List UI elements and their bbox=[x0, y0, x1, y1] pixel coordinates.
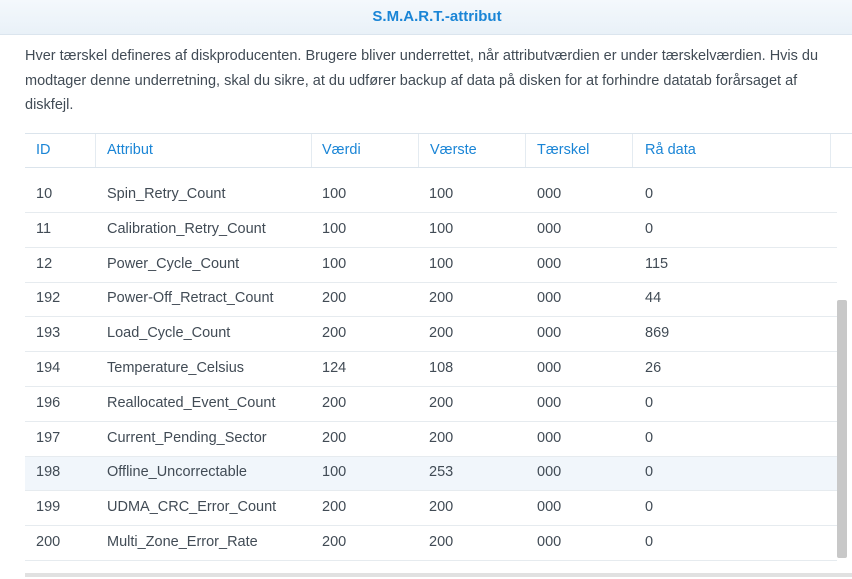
cell-id: 11 bbox=[36, 220, 52, 237]
column-header-id[interactable]: ID bbox=[36, 142, 51, 158]
table-body[interactable]: 200 Multi_Zone_Error_Rate 200 200 000 0 199 UDM… bbox=[25, 178, 852, 561]
table-row[interactable]: 192 Power-Off_Retract_Count 200 200 000 44 bbox=[25, 282, 837, 318]
cell-raw-data: 0 bbox=[645, 464, 654, 481]
dialog-title-bar: S.M.A.R.T.-attribut bbox=[0, 0, 852, 35]
cell-threshold: 000 bbox=[537, 220, 562, 237]
cell-id: 193 bbox=[36, 325, 61, 342]
table-row[interactable]: 200 Multi_Zone_Error_Rate 200 200 000 0 bbox=[25, 526, 837, 561]
cell-id: 194 bbox=[36, 360, 61, 376]
table-row[interactable]: 197 Current_Pending_Sector 200 200 000 0 bbox=[25, 422, 837, 457]
cell-attribute: Power_Cycle_Count bbox=[107, 255, 240, 272]
cell-worst: 200 bbox=[429, 429, 454, 446]
cell-attribute: Calibration_Retry_Count bbox=[107, 220, 266, 237]
table-row[interactable]: 193 Load_Cycle_Count 200 200 000 869 bbox=[25, 317, 837, 353]
cell-id: 198 bbox=[36, 464, 61, 481]
cell-threshold: 000 bbox=[537, 464, 562, 481]
cell-value: 200 bbox=[322, 499, 347, 516]
cell-worst: 200 bbox=[429, 290, 454, 307]
cell-raw-data: 869 bbox=[645, 325, 670, 342]
description-text: Hver tærskel defineres af diskproducente… bbox=[25, 48, 819, 113]
cell-value: 200 bbox=[322, 429, 347, 446]
cell-value: 100 bbox=[322, 255, 347, 272]
cell-raw-data: 44 bbox=[645, 290, 662, 307]
table-row[interactable]: 199 UDMA_CRC_Error_Count 200 200 000 0 bbox=[25, 491, 837, 527]
cell-raw-data: 0 bbox=[645, 429, 654, 446]
column-divider bbox=[830, 134, 831, 167]
cell-raw-data: 0 bbox=[645, 534, 654, 550]
horizontal-scrollbar[interactable] bbox=[25, 573, 852, 577]
cell-attribute: Temperature_Celsius bbox=[107, 360, 245, 376]
cell-attribute: Reallocated_Event_Count bbox=[107, 394, 276, 411]
vertical-scrollbar-thumb[interactable] bbox=[837, 300, 847, 558]
cell-threshold: 000 bbox=[537, 186, 562, 202]
cell-threshold: 000 bbox=[537, 429, 562, 446]
column-header-worst[interactable]: Værste bbox=[430, 142, 477, 158]
cell-attribute: UDMA_CRC_Error_Count bbox=[107, 499, 277, 516]
cell-raw-data: 26 bbox=[645, 360, 662, 376]
cell-attribute: Multi_Zone_Error_Rate bbox=[107, 534, 258, 550]
cell-attribute: Offline_Uncorrectable bbox=[107, 464, 247, 481]
cell-raw-data: 115 bbox=[645, 255, 669, 272]
cell-value: 200 bbox=[322, 290, 347, 307]
cell-raw-data: 0 bbox=[645, 186, 654, 202]
smart-attribute-table: ID Attribut Værdi Værste Tærskel Rå data… bbox=[25, 133, 852, 577]
cell-raw-data: 0 bbox=[645, 394, 654, 411]
column-divider bbox=[311, 134, 312, 167]
column-header-threshold[interactable]: Tærskel bbox=[537, 142, 589, 158]
cell-attribute: Spin_Retry_Count bbox=[107, 186, 226, 202]
cell-value: 100 bbox=[322, 464, 347, 481]
cell-worst: 100 bbox=[429, 255, 454, 272]
cell-id: 197 bbox=[36, 429, 61, 446]
cell-threshold: 000 bbox=[537, 394, 562, 411]
cell-value: 100 bbox=[322, 220, 347, 237]
cell-value: 100 bbox=[322, 186, 347, 202]
column-divider bbox=[95, 134, 96, 167]
table-row[interactable]: 12 Power_Cycle_Count 100 100 000 115 bbox=[25, 248, 837, 283]
cell-id: 196 bbox=[36, 394, 61, 411]
column-divider bbox=[632, 134, 633, 167]
cell-value: 200 bbox=[322, 325, 347, 342]
cell-worst: 108 bbox=[429, 360, 454, 376]
cell-raw-data: 0 bbox=[645, 499, 654, 516]
column-divider bbox=[525, 134, 526, 167]
dialog-title: S.M.A.R.T.-attribut bbox=[372, 8, 502, 25]
cell-threshold: 000 bbox=[537, 499, 562, 516]
cell-threshold: 000 bbox=[537, 325, 562, 342]
cell-threshold: 000 bbox=[537, 255, 562, 272]
cell-threshold: 000 bbox=[537, 360, 562, 376]
table-row[interactable]: 196 Reallocated_Event_Count 200 200 000 0 bbox=[25, 387, 837, 422]
cell-worst: 200 bbox=[429, 325, 454, 342]
table-row[interactable]: 10 Spin_Retry_Count 100 100 000 0 bbox=[25, 178, 837, 213]
cell-attribute: Current_Pending_Sector bbox=[107, 429, 267, 446]
column-header-raw-data[interactable]: Rå data bbox=[645, 142, 696, 158]
cell-worst: 100 bbox=[429, 186, 454, 202]
table-header: ID Attribut Værdi Værste Tærskel Rå data bbox=[25, 133, 852, 168]
cell-worst: 200 bbox=[429, 394, 454, 411]
cell-worst: 200 bbox=[429, 499, 454, 516]
column-header-attribute[interactable]: Attribut bbox=[107, 142, 153, 158]
cell-id: 200 bbox=[36, 534, 61, 550]
cell-attribute: Load_Cycle_Count bbox=[107, 325, 231, 342]
cell-id: 192 bbox=[36, 290, 61, 307]
cell-value: 200 bbox=[322, 534, 347, 550]
cell-id: 199 bbox=[36, 499, 61, 516]
cell-worst: 253 bbox=[429, 464, 454, 481]
table-row[interactable]: 11 Calibration_Retry_Count 100 100 000 0 bbox=[25, 213, 837, 248]
column-header-value[interactable]: Værdi bbox=[322, 142, 361, 158]
cell-id: 12 bbox=[36, 255, 53, 272]
cell-raw-data: 0 bbox=[645, 220, 654, 237]
cell-value: 200 bbox=[322, 394, 347, 411]
cell-worst: 100 bbox=[429, 220, 454, 237]
cell-threshold: 000 bbox=[537, 534, 562, 550]
table-row[interactable]: 198 Offline_Uncorrectable 100 253 000 0 bbox=[25, 456, 837, 492]
cell-value: 124 bbox=[322, 360, 347, 376]
column-divider bbox=[418, 134, 419, 167]
cell-attribute: Power-Off_Retract_Count bbox=[107, 290, 274, 307]
cell-id: 10 bbox=[36, 186, 53, 202]
table-row[interactable]: 194 Temperature_Celsius 124 108 000 26 bbox=[25, 352, 837, 387]
cell-worst: 200 bbox=[429, 534, 454, 550]
cell-threshold: 000 bbox=[537, 290, 562, 307]
